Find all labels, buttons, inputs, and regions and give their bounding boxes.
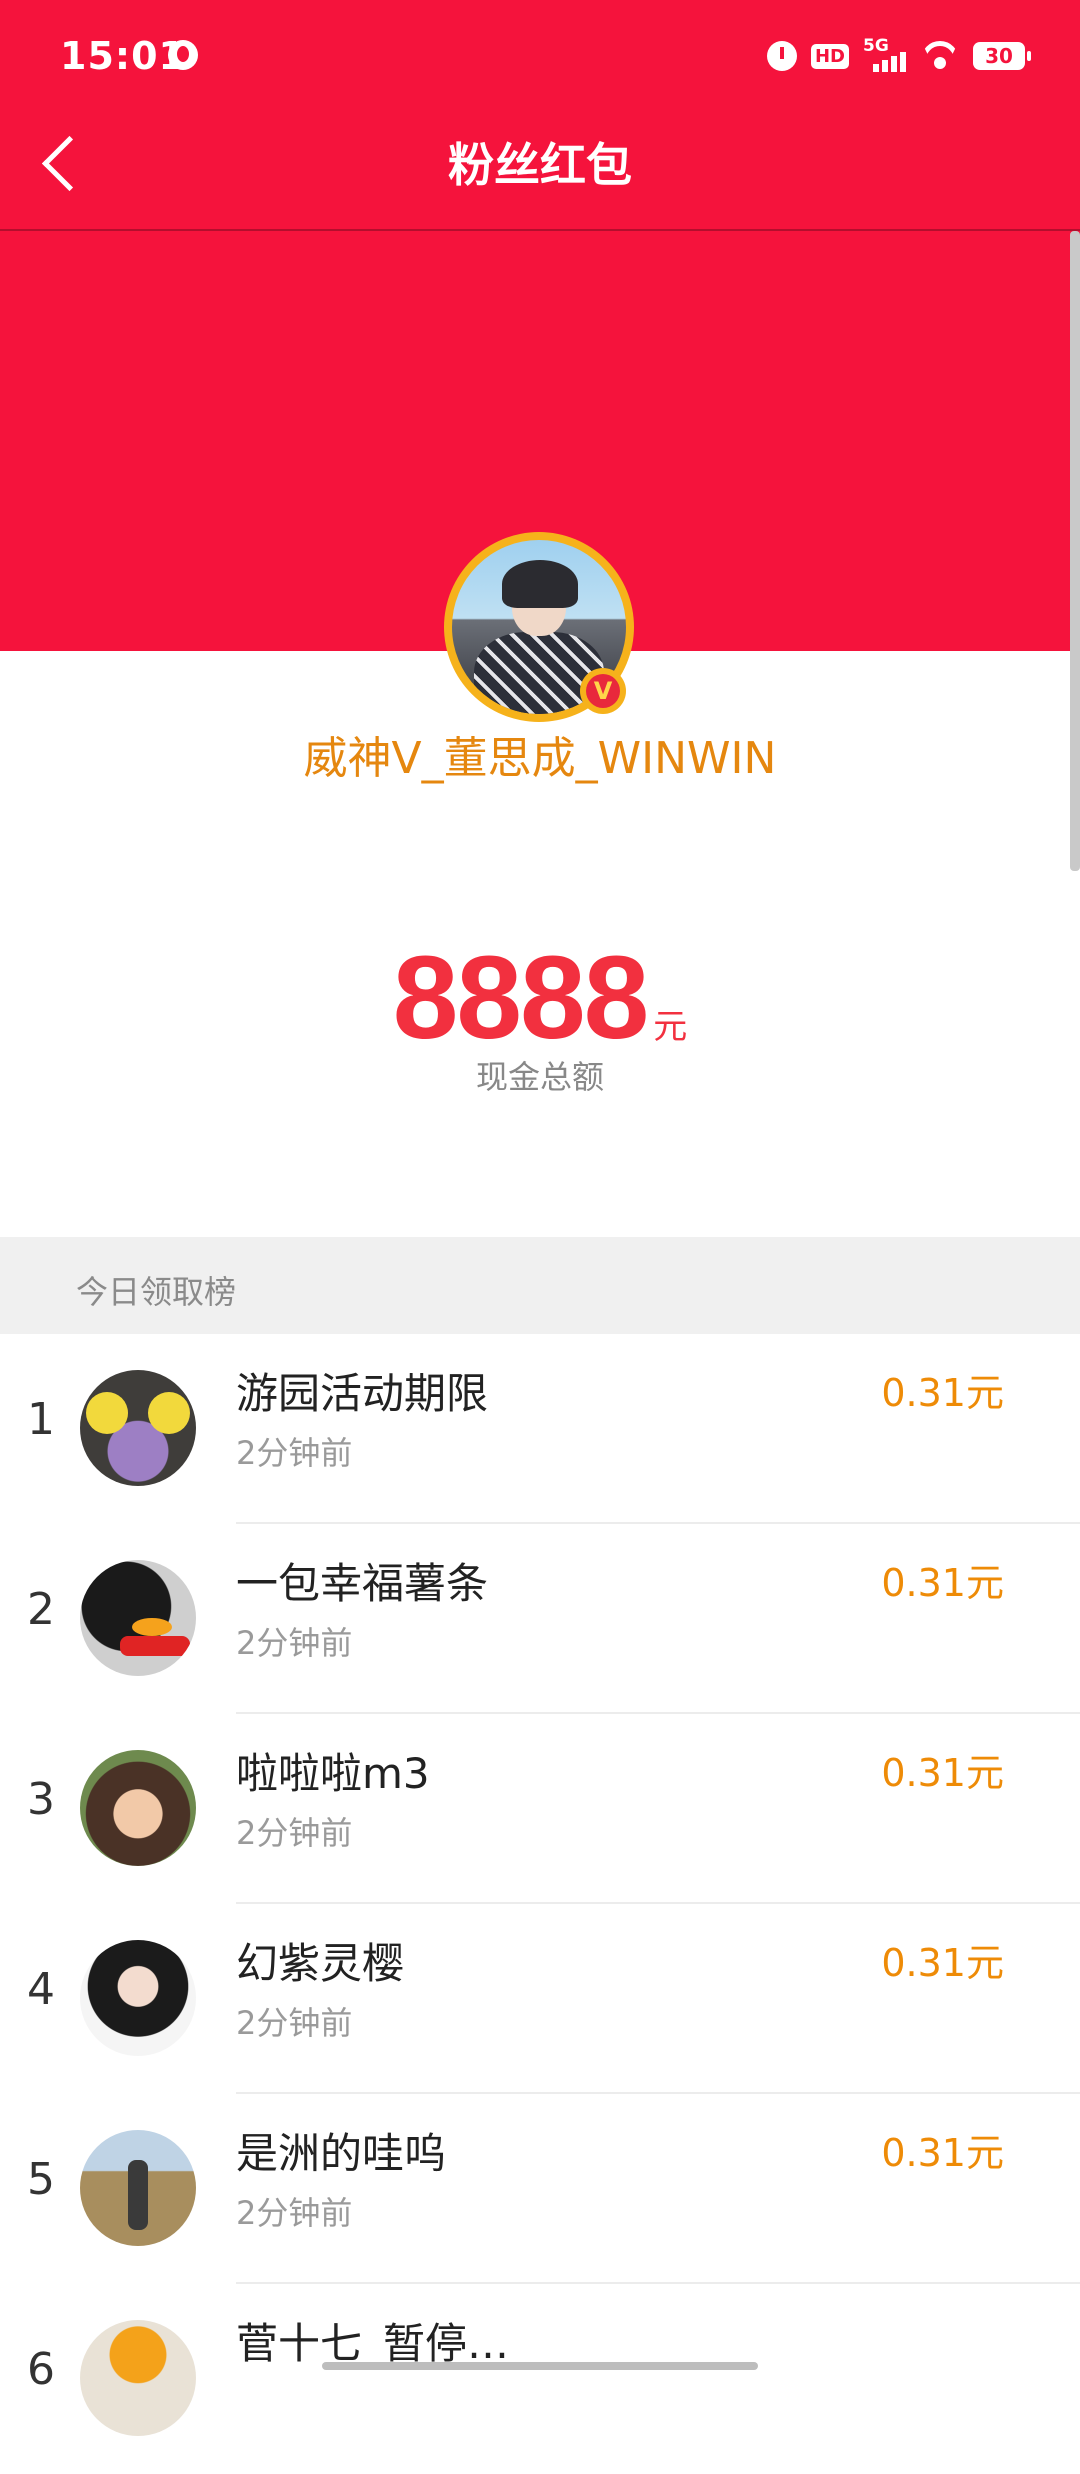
avatar[interactable] (80, 2130, 196, 2246)
avatar[interactable] (80, 2320, 196, 2436)
username[interactable]: 威神V_董思成_WINWIN (0, 728, 1080, 790)
claim-time: 2分钟前 (236, 1434, 353, 1472)
status-bar: 15:01 HD 5G 30 (0, 0, 1080, 120)
leaderboard-title: 今日领取榜 (76, 1273, 237, 1311)
claim-amount: 0.31元 (881, 1751, 1004, 1795)
claim-time: 2分钟前 (236, 1624, 353, 1662)
list-item[interactable]: 6 菅十七_暂停… (0, 2284, 1080, 2474)
globe-icon (168, 40, 198, 70)
rank-number: 4 (27, 1964, 55, 2015)
list-item[interactable]: 4 幻紫灵樱 2分钟前 0.31元 (0, 1904, 1080, 2094)
claim-time: 2分钟前 (236, 1814, 353, 1852)
user-name: 是洲的哇呜 (236, 2129, 447, 2178)
rank-number: 5 (27, 2154, 55, 2205)
list-item[interactable]: 5 是洲的哇呜 2分钟前 0.31元 (0, 2094, 1080, 2284)
verified-badge-label: V (586, 674, 620, 708)
signal-icon: 5G (863, 36, 907, 74)
verified-badge-icon: V (580, 668, 626, 714)
total-amount-unit: 元 (653, 1007, 688, 1047)
total-amount: 8888 元 (0, 930, 1080, 1066)
rank-number: 1 (27, 1394, 55, 1445)
list-item[interactable]: 1 游园活动期限 2分钟前 0.31元 (0, 1334, 1080, 1524)
list-item[interactable]: 2 一包幸福薯条 2分钟前 0.31元 (0, 1524, 1080, 1714)
claim-time: 2分钟前 (236, 2004, 353, 2042)
header-bar: 15:01 HD 5G 30 粉丝红包 (0, 0, 1080, 231)
status-icons: HD 5G 30 (766, 36, 1031, 76)
hd-icon: HD (810, 43, 849, 69)
user-name: 幻紫灵樱 (236, 1939, 405, 1988)
page-title: 粉丝红包 (448, 138, 632, 192)
avatar[interactable] (80, 1560, 196, 1676)
rank-number: 3 (27, 1774, 55, 1825)
claim-amount: 0.31元 (881, 1561, 1004, 1605)
home-indicator[interactable] (322, 2362, 758, 2370)
total-amount-value: 8888 (392, 932, 650, 1064)
avatar[interactable] (80, 1750, 196, 1866)
claim-amount: 0.31元 (881, 1941, 1004, 1985)
user-name: 一包幸福薯条 (236, 1559, 489, 1608)
alarm-icon (766, 41, 797, 71)
list-item[interactable]: 3 啦啦啦m3 2分钟前 0.31元 (0, 1714, 1080, 1904)
wifi-icon (921, 41, 959, 71)
rank-number: 6 (27, 2344, 55, 2395)
avatar[interactable] (80, 1940, 196, 2056)
rank-number: 2 (27, 1584, 55, 1635)
claim-amount: 0.31元 (881, 1371, 1004, 1415)
claim-time: 2分钟前 (236, 2194, 353, 2232)
network-label: 5G (863, 36, 889, 56)
claim-amount: 0.31元 (881, 2131, 1004, 2175)
leaderboard-header: 今日领取榜 (0, 1237, 1080, 1334)
user-name: 啦啦啦m3 (236, 1749, 430, 1798)
avatar[interactable] (80, 1370, 196, 1486)
battery-icon: 30 (973, 42, 1031, 70)
total-amount-label: 现金总额 (475, 1058, 604, 1096)
user-name: 游园活动期限 (236, 1369, 489, 1418)
